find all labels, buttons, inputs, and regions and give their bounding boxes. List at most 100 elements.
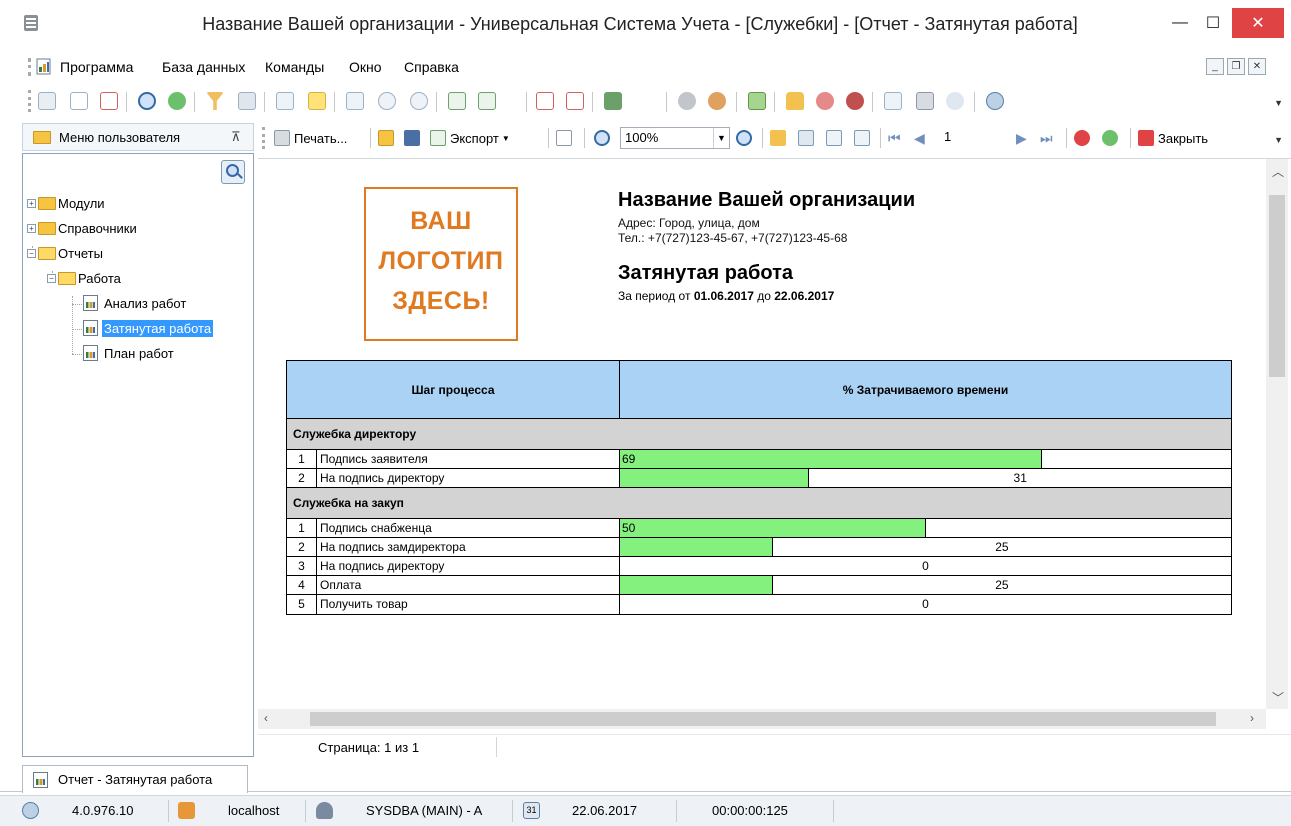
menu-program[interactable]: Программа <box>60 59 133 75</box>
pin-icon[interactable]: ⊼ <box>231 129 241 145</box>
tab-delayed-work-report[interactable]: Отчет - Затянутая работа <box>22 765 248 793</box>
last-page-button[interactable]: ⏭ <box>1040 128 1053 148</box>
search-icon[interactable] <box>138 92 156 110</box>
toolbar-grip[interactable] <box>28 90 31 112</box>
print-button[interactable]: Печать... <box>274 128 347 148</box>
expand-icon[interactable]: + <box>27 198 36 208</box>
zoom-select[interactable]: 100% ▼ <box>620 127 730 149</box>
grid-settings-icon[interactable] <box>346 92 364 110</box>
settings-icon[interactable] <box>708 92 726 110</box>
thumbnails-button[interactable] <box>798 128 818 148</box>
menu-window[interactable]: Окно <box>349 59 382 75</box>
info-icon[interactable] <box>986 92 1004 110</box>
tree-item-directories[interactable]: + Справочники <box>27 217 139 239</box>
refresh-icon[interactable] <box>168 92 186 110</box>
connect-icon[interactable] <box>846 92 864 110</box>
tree-item-delayed-work[interactable]: Затянутая работа <box>83 317 214 339</box>
scroll-left-icon[interactable]: ‹ <box>264 711 268 725</box>
toolbar-overflow-icon[interactable]: ▼ <box>1274 135 1283 145</box>
close-report-button[interactable]: Закрыть <box>1138 128 1208 148</box>
horizontal-scrollbar[interactable]: ‹ › <box>258 709 1266 729</box>
add-record-icon[interactable] <box>38 92 56 110</box>
report-period: За период от 01.06.2017 до 22.06.2017 <box>618 289 835 303</box>
menu-commands[interactable]: Команды <box>265 59 324 75</box>
mdi-close-button[interactable]: ✕ <box>1248 58 1266 75</box>
prev-page-button[interactable]: ◀ <box>914 128 925 148</box>
expand-icon[interactable]: + <box>27 223 36 233</box>
row-number: 3 <box>287 557 317 575</box>
tree-item-analysis[interactable]: Анализ работ <box>83 292 188 314</box>
table-row: 4 Оплата 25 <box>287 576 1231 595</box>
find-button[interactable] <box>826 128 846 148</box>
note-icon[interactable] <box>308 92 326 110</box>
export-excel-icon[interactable] <box>478 92 496 110</box>
import-icon[interactable] <box>448 92 466 110</box>
filter-icon[interactable] <box>206 92 224 110</box>
menu-grip[interactable] <box>28 58 31 76</box>
tools-icon[interactable] <box>678 92 696 110</box>
share-icon[interactable] <box>946 92 964 110</box>
menu-database[interactable]: База данных <box>162 59 245 75</box>
new-window-icon[interactable] <box>536 92 554 110</box>
step-name: Получить товар <box>317 595 620 614</box>
clear-filter-icon[interactable] <box>238 92 256 110</box>
refresh-button[interactable] <box>1102 128 1122 148</box>
close-window-button[interactable]: ✕ <box>1232 8 1284 38</box>
next-page-button[interactable]: ▶ <box>1016 128 1027 148</box>
menu-help[interactable]: Справка <box>404 59 459 75</box>
page-number-input[interactable]: 1 <box>938 127 1008 149</box>
stop-button[interactable] <box>1074 128 1094 148</box>
report-icon <box>33 771 48 788</box>
chevron-down-icon[interactable]: ▼ <box>713 128 729 148</box>
tree-item-work[interactable]: − Работа <box>47 267 123 289</box>
edit-button[interactable] <box>854 128 874 148</box>
scroll-up-icon[interactable]: ︿ <box>1272 163 1284 180</box>
mdi-restore-button[interactable]: ❐ <box>1227 58 1245 75</box>
column-header-percent: % Затрачиваемого времени <box>842 382 1009 397</box>
horizontal-scroll-thumb[interactable] <box>310 712 1216 726</box>
save-icon <box>404 130 420 146</box>
export-button[interactable]: Экспорт ▼ <box>430 128 510 148</box>
tree-search-button[interactable] <box>221 160 245 184</box>
vertical-scroll-thumb[interactable] <box>1269 195 1285 377</box>
minimize-button[interactable]: — <box>1165 8 1195 38</box>
check-icon[interactable] <box>748 92 766 110</box>
copy-record-icon[interactable] <box>70 92 88 110</box>
collapse-all-icon[interactable] <box>378 92 396 110</box>
percent-cell: 0 <box>620 595 1231 614</box>
collapse-icon[interactable]: − <box>27 248 36 258</box>
insert-column-icon[interactable] <box>276 92 294 110</box>
tree-item-reports[interactable]: − Отчеты <box>27 242 105 264</box>
page-setup-button[interactable] <box>556 128 576 148</box>
row-number: 2 <box>287 538 317 556</box>
exit-icon[interactable] <box>604 92 622 110</box>
tree-item-plan[interactable]: План работ <box>83 342 176 364</box>
outline-button[interactable] <box>770 128 790 148</box>
first-page-button[interactable]: ⏮ <box>888 128 901 148</box>
maximize-button[interactable]: ☐ <box>1198 8 1228 38</box>
collapse-icon[interactable]: − <box>47 273 56 283</box>
step-name: На подпись директору <box>317 557 620 575</box>
zoom-out-button[interactable] <box>736 128 756 148</box>
save-button[interactable] <box>404 128 424 148</box>
toolbar-grip[interactable] <box>262 127 265 149</box>
db-host: localhost <box>228 803 280 818</box>
scroll-right-icon[interactable]: › <box>1250 711 1254 725</box>
delete-record-icon[interactable] <box>100 92 118 110</box>
open-button[interactable] <box>378 128 398 148</box>
lock-icon[interactable] <box>786 92 804 110</box>
zoom-in-button[interactable] <box>594 128 614 148</box>
toolbar-overflow-icon[interactable]: ▼ <box>1274 98 1283 108</box>
mdi-controls: _ ❐ ✕ <box>1206 58 1266 75</box>
calendar-grid-icon[interactable] <box>884 92 902 110</box>
scroll-down-icon[interactable]: ﹀ <box>1272 689 1284 706</box>
report-icon <box>83 295 98 311</box>
tree-item-modules[interactable]: + Модули <box>27 192 107 214</box>
vertical-scrollbar[interactable]: ︿ ﹀ <box>1266 159 1288 709</box>
mdi-minimize-button[interactable]: _ <box>1206 58 1224 75</box>
printer-icon[interactable] <box>916 92 934 110</box>
percent-cell: 50 <box>620 519 1231 537</box>
expand-all-icon[interactable] <box>410 92 428 110</box>
close-window-icon[interactable] <box>566 92 584 110</box>
users-icon[interactable] <box>816 92 834 110</box>
